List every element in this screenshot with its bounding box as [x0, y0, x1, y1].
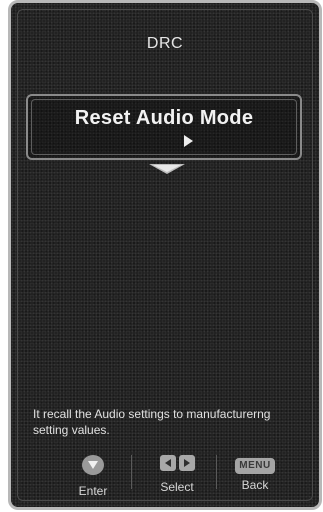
scroll-down-arrow-icon[interactable]: [147, 163, 187, 175]
left-arrow-button: [159, 455, 176, 471]
down-triangle-icon: [88, 461, 98, 469]
audio-menu-panel: DRC Reset Audio Mode It recall the Audio…: [8, 0, 322, 510]
menu-item-drc[interactable]: DRC: [11, 35, 319, 53]
footer-divider: [131, 455, 132, 489]
back-key-hint: MENU Back: [227, 455, 283, 492]
select-label: Select: [160, 480, 194, 494]
enter-label: Enter: [78, 484, 108, 498]
cursor-pointer-icon: [184, 135, 193, 147]
selected-item-label: Reset Audio Mode: [74, 107, 254, 129]
menu-key-icon: MENU: [235, 458, 275, 474]
back-label: Back: [241, 478, 269, 492]
help-text: It recall the Audio settings to manufact…: [33, 407, 271, 437]
right-arrow-icon: [183, 459, 190, 467]
left-arrow-icon: [164, 459, 171, 467]
select-arrows: [159, 455, 195, 471]
enter-key-hint: Enter: [67, 455, 119, 498]
menu-item-reset-audio-mode[interactable]: Reset Audio Mode: [26, 94, 302, 160]
select-key-hint: Select: [147, 455, 207, 494]
right-arrow-button: [178, 455, 195, 471]
footer-divider: [216, 455, 217, 489]
enter-button-icon: [82, 455, 104, 475]
